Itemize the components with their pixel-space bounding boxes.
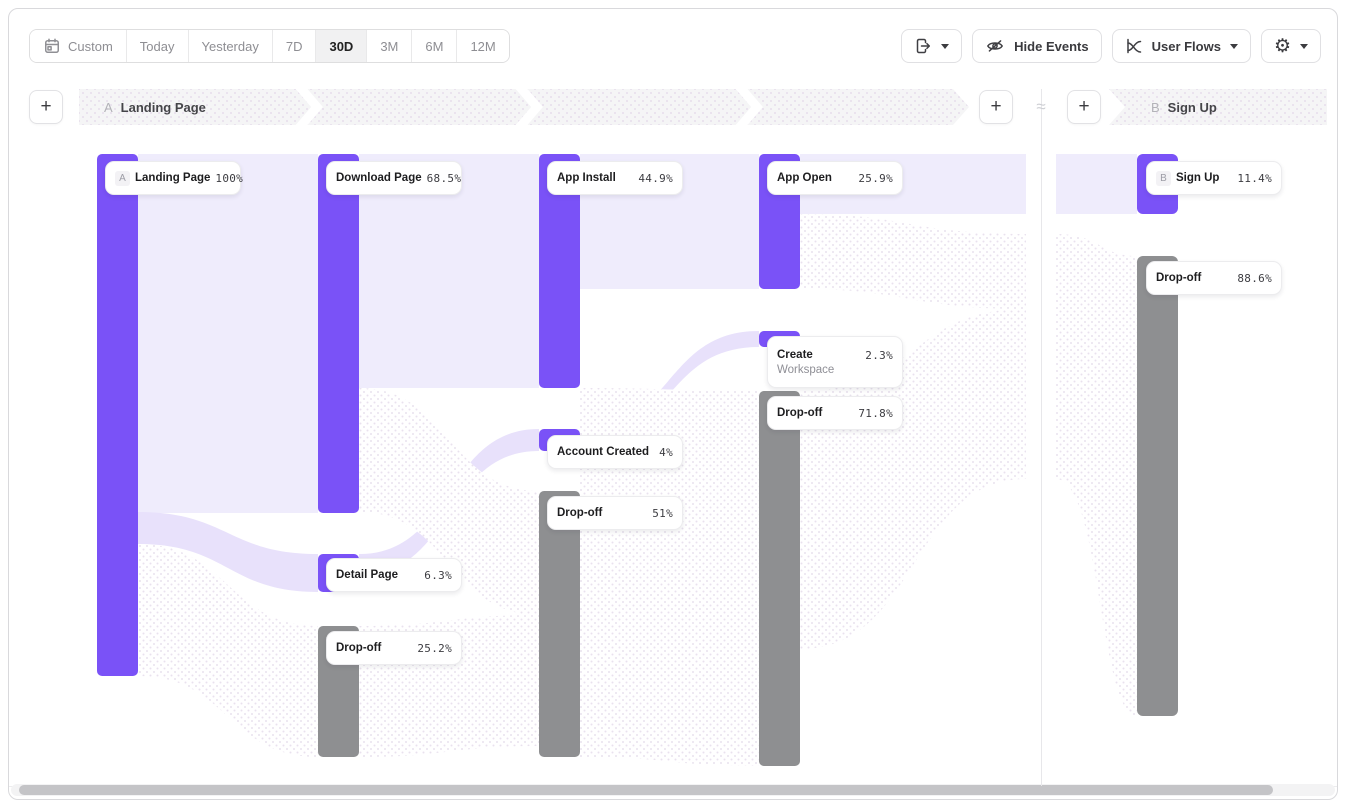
node-label-create-workspace[interactable]: Create 2.3% Workspace xyxy=(767,336,903,388)
user-flows-icon xyxy=(1125,37,1143,55)
node-bar-landing-page[interactable] xyxy=(97,154,138,676)
step-title: Landing Page xyxy=(121,100,206,115)
node-label-download-page[interactable]: Download Page 68.5% xyxy=(326,161,462,195)
gear-icon: ⚙ xyxy=(1274,37,1291,56)
node-label-dropoff-3[interactable]: Drop-off 51% xyxy=(547,496,683,530)
step-badge: B xyxy=(1156,171,1171,186)
date-range-12m[interactable]: 12M xyxy=(456,30,508,62)
chevron-down-icon xyxy=(1230,44,1238,49)
step-letter: B xyxy=(1151,100,1160,115)
export-icon xyxy=(914,37,932,55)
date-range-6m[interactable]: 6M xyxy=(411,30,456,62)
step-letter: A xyxy=(104,100,113,115)
export-button[interactable] xyxy=(901,29,962,63)
node-bar-dropoff-3[interactable] xyxy=(539,491,580,757)
toolbar-actions: Hide Events User Flows ⚙ xyxy=(901,29,1321,63)
user-flows-button[interactable]: User Flows xyxy=(1112,29,1251,63)
toolbar: Custom Today Yesterday 7D 30D 3M 6M 12M xyxy=(29,29,1321,63)
node-label-sign-up[interactable]: B Sign Up 11.4% xyxy=(1146,161,1282,195)
node-label-dropoff-4[interactable]: Drop-off 71.8% xyxy=(767,396,903,430)
node-bar-dropoff-4[interactable] xyxy=(759,391,800,766)
app-window: Custom Today Yesterday 7D 30D 3M 6M 12M xyxy=(8,8,1338,800)
add-step-button-right[interactable]: + xyxy=(1067,90,1101,124)
user-flows-label: User Flows xyxy=(1152,39,1221,54)
flow-landing-to-download xyxy=(138,154,318,513)
date-range-label: Custom xyxy=(68,39,113,54)
node-label-landing-page[interactable]: A Landing Page 100% xyxy=(105,161,241,195)
node-label-app-install[interactable]: App Install 44.9% xyxy=(547,161,683,195)
chevron-separator-icon xyxy=(293,89,323,125)
date-range-today[interactable]: Today xyxy=(126,30,188,62)
calendar-icon xyxy=(43,37,61,55)
step-title: Sign Up xyxy=(1168,100,1217,115)
node-bar-dropoff-5[interactable] xyxy=(1137,256,1178,716)
date-range-picker: Custom Today Yesterday 7D 30D 3M 6M 12M xyxy=(29,29,510,63)
flow-dropoff-to-dropoff-3 xyxy=(580,491,759,766)
eye-off-icon xyxy=(985,36,1005,56)
chevron-separator-icon xyxy=(513,89,543,125)
settings-button[interactable]: ⚙ xyxy=(1261,29,1321,63)
chevron-down-icon xyxy=(941,44,949,49)
funnel-step-bar-a[interactable]: A Landing Page xyxy=(79,89,969,125)
add-step-button-left[interactable]: + xyxy=(29,90,63,124)
flow-into-sign-up xyxy=(1056,154,1137,214)
chevron-separator-icon xyxy=(733,89,763,125)
date-range-3m[interactable]: 3M xyxy=(366,30,411,62)
chevron-down-icon xyxy=(1300,44,1308,49)
date-range-yesterday[interactable]: Yesterday xyxy=(188,30,272,62)
funnel-step-bar-b[interactable]: B Sign Up xyxy=(1109,89,1327,125)
node-bar-download-page[interactable] xyxy=(318,154,359,513)
hide-events-label: Hide Events xyxy=(1014,39,1088,54)
node-label-app-open[interactable]: App Open 25.9% xyxy=(767,161,903,195)
add-step-button-middle[interactable]: + xyxy=(979,90,1013,124)
step-badge: A xyxy=(115,171,130,186)
node-label-dropoff-5[interactable]: Drop-off 88.6% xyxy=(1146,261,1282,295)
date-range-30d[interactable]: 30D xyxy=(315,30,366,62)
user-flows-sankey-chart xyxy=(9,9,1338,800)
node-label-dropoff-2[interactable]: Drop-off 25.2% xyxy=(326,631,462,665)
date-range-7d[interactable]: 7D xyxy=(272,30,316,62)
flow-app-open-to-dropoff xyxy=(800,214,1026,309)
date-range-custom[interactable]: Custom xyxy=(30,30,126,62)
node-label-detail-page[interactable]: Detail Page 6.3% xyxy=(326,558,462,592)
approx-symbol: ≈ xyxy=(1031,89,1051,125)
node-label-account-created[interactable]: Account Created 4% xyxy=(547,435,683,469)
hide-events-button[interactable]: Hide Events xyxy=(972,29,1101,63)
flow-into-sign-up-dropoff xyxy=(1056,234,1137,716)
